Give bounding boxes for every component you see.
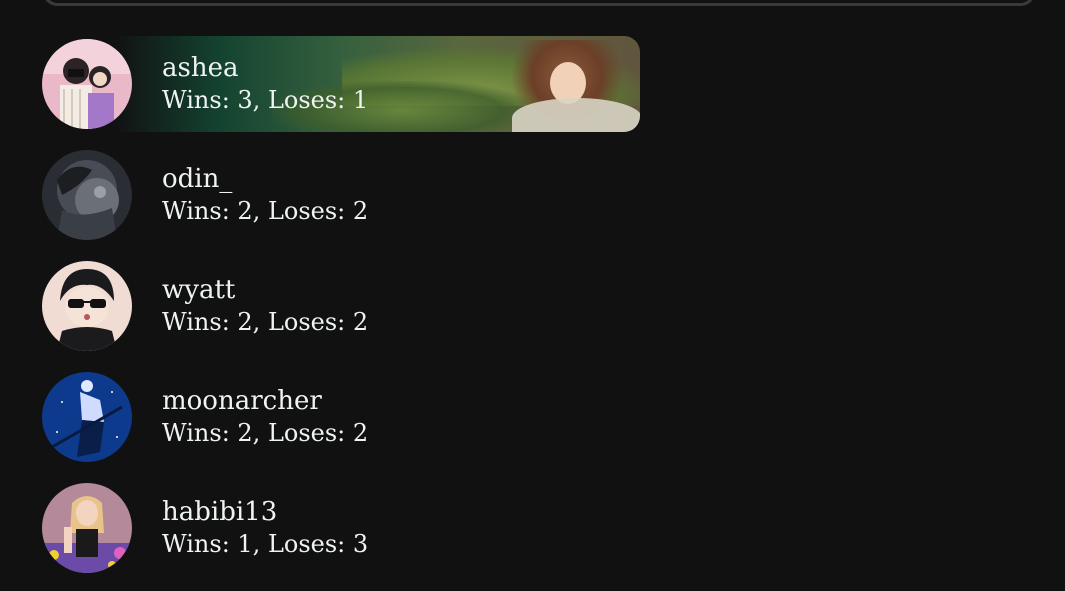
search-bar-edge[interactable] [42, 0, 1036, 6]
player-record: Wins: 2, Loses: 2 [162, 419, 369, 447]
player-username[interactable]: ashea [162, 52, 368, 84]
couple-avatar-icon[interactable] [42, 39, 132, 129]
night-figure-avatar-icon[interactable] [42, 372, 132, 462]
player-username[interactable]: habibi13 [162, 496, 368, 528]
player-info: wyatt Wins: 2, Loses: 2 [162, 274, 368, 338]
leaderboard-row-wyatt[interactable]: wyatt Wins: 2, Loses: 2 [42, 258, 1042, 354]
leaderboard-row-habibi13[interactable]: habibi13 Wins: 1, Loses: 3 [42, 480, 1042, 576]
player-username[interactable]: wyatt [162, 274, 368, 306]
player-record: Wins: 1, Loses: 3 [162, 530, 369, 558]
player-username[interactable]: odin_ [162, 163, 368, 195]
leaderboard-list: ashea Wins: 3, Loses: 1 odin_ Wins: 2, L… [42, 36, 1042, 591]
player-info: moonarcher Wins: 2, Loses: 2 [162, 385, 368, 449]
leaderboard-row-odin[interactable]: odin_ Wins: 2, Loses: 2 [42, 147, 1042, 243]
armored-knight-avatar-icon[interactable] [42, 150, 132, 240]
leaderboard-row-ashea[interactable]: ashea Wins: 3, Loses: 1 [42, 36, 1042, 132]
player-info: ashea Wins: 3, Loses: 1 [162, 52, 368, 116]
player-record: Wins: 2, Loses: 2 [162, 308, 369, 336]
leaderboard-row-moonarcher[interactable]: moonarcher Wins: 2, Loses: 2 [42, 369, 1042, 465]
player-info: habibi13 Wins: 1, Loses: 3 [162, 496, 368, 560]
girl-selfie-avatar-icon[interactable] [42, 483, 132, 573]
sunglasses-boy-avatar-icon[interactable] [42, 261, 132, 351]
player-record: Wins: 2, Loses: 2 [162, 197, 369, 225]
player-record: Wins: 3, Loses: 1 [162, 86, 369, 114]
player-username[interactable]: moonarcher [162, 385, 368, 417]
player-info: odin_ Wins: 2, Loses: 2 [162, 163, 368, 227]
